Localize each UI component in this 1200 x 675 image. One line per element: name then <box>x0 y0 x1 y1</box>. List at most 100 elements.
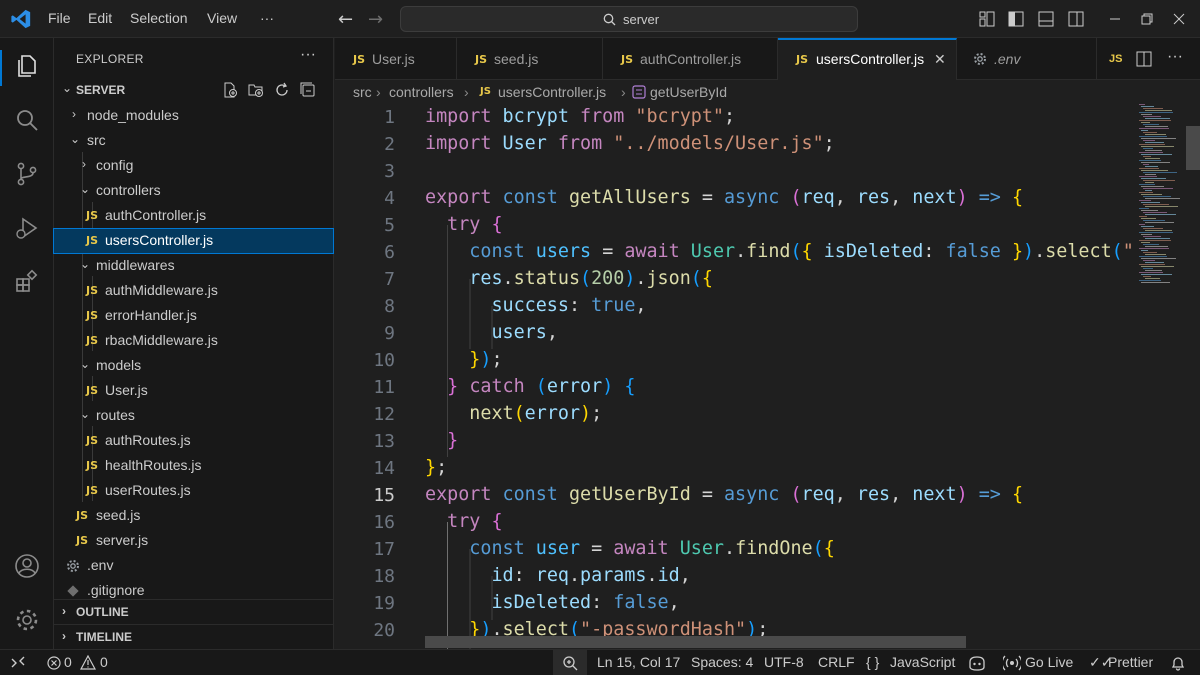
menu-selection[interactable]: Selection <box>130 10 188 26</box>
explorer-icon[interactable] <box>13 52 41 80</box>
chevron-down-icon: ⌄ <box>80 357 91 371</box>
broadcast-icon <box>1003 655 1021 671</box>
tree-item-routes[interactable]: ⌄ routes <box>54 404 333 428</box>
chevron-right-icon: › <box>62 604 66 618</box>
prettier-status[interactable]: Prettier <box>1108 654 1153 670</box>
back-arrow-icon[interactable]: ← <box>338 9 353 30</box>
timeline-section[interactable]: › TIMELINE <box>54 624 333 648</box>
status-bar: 0 0 Ln 15, Col 17 Spaces: 4 UTF-8 CRLF {… <box>0 649 1200 675</box>
go-live-button[interactable]: Go Live <box>1025 654 1073 670</box>
tab-label: usersController.js <box>816 51 925 67</box>
js-file-icon: JS <box>353 53 366 66</box>
menu-more[interactable]: ··· <box>260 10 274 26</box>
tab-label: seed.js <box>494 51 539 67</box>
warning-count[interactable]: 0 <box>100 654 108 670</box>
js-file-icon: JS <box>76 534 89 547</box>
new-file-icon[interactable] <box>222 82 238 98</box>
vertical-scrollbar[interactable] <box>1186 104 1200 649</box>
horizontal-scrollbar[interactable] <box>425 636 966 648</box>
toggle-secondary-sidebar-icon[interactable] <box>1067 10 1085 28</box>
breadcrumb-file[interactable]: usersController.js <box>498 84 606 100</box>
notifications-bell-icon[interactable] <box>1170 655 1186 671</box>
tree-item-errorhandler[interactable]: JS errorHandler.js <box>54 304 333 328</box>
js-file-icon: JS <box>621 53 634 66</box>
settings-gear-icon[interactable] <box>13 606 41 634</box>
tree-item-middlewares[interactable]: ⌄ middlewares <box>54 254 333 278</box>
close-window-icon[interactable] <box>1170 10 1188 28</box>
tree-item-label: controllers <box>96 182 161 198</box>
language-mode[interactable]: JavaScript <box>890 654 955 670</box>
close-tab-icon[interactable]: ✕ <box>934 51 946 68</box>
account-icon[interactable] <box>13 552 41 580</box>
explorer-title: EXPLORER <box>76 52 144 66</box>
remote-window-icon[interactable] <box>10 655 26 669</box>
tree-item-healthroutes[interactable]: JS healthRoutes.js <box>54 454 333 478</box>
tree-item-user-model[interactable]: JS User.js <box>54 379 333 403</box>
tree-item-label: User.js <box>105 382 148 398</box>
end-of-line[interactable]: CRLF <box>818 654 855 670</box>
tree-item-label: config <box>96 157 134 173</box>
source-control-icon[interactable] <box>13 160 41 188</box>
breadcrumb-symbol[interactable]: getUserById <box>650 84 727 100</box>
root-folder-server[interactable]: ⌄ SERVER <box>54 78 333 102</box>
tree-item-label: .gitignore <box>87 582 145 598</box>
split-editor-icon[interactable] <box>1136 51 1152 67</box>
extensions-icon[interactable] <box>13 268 41 296</box>
restore-icon[interactable] <box>1138 10 1156 28</box>
tree-item-server[interactable]: JS server.js <box>54 529 333 553</box>
tree-item-authcontroller[interactable]: JS authController.js <box>54 204 333 228</box>
vscode-logo-icon <box>11 9 31 29</box>
tree-item-seed[interactable]: JS seed.js <box>54 504 333 528</box>
tree-item-env[interactable]: .env <box>54 554 333 578</box>
tab-env[interactable]: .env <box>957 38 1097 80</box>
run-debug-icon[interactable] <box>13 214 41 242</box>
tree-item-models[interactable]: ⌄ models <box>54 354 333 378</box>
code-editor[interactable]: 1 import bcrypt from "bcrypt"; 2 import Use… <box>335 104 1200 649</box>
collapse-all-icon[interactable] <box>300 82 316 98</box>
menu-view[interactable]: View <box>207 10 237 26</box>
zoom-in-icon <box>563 656 578 671</box>
editor-tabs: JS User.js JS seed.js JS authController.… <box>335 38 1200 80</box>
toggle-primary-sidebar-icon[interactable] <box>1007 10 1025 28</box>
more-actions-icon[interactable]: ··· <box>300 46 316 64</box>
search-icon[interactable] <box>13 106 41 134</box>
minimize-icon[interactable] <box>1106 10 1124 28</box>
error-count[interactable]: 0 <box>64 654 72 670</box>
run-js-icon[interactable]: JS <box>1109 53 1122 65</box>
tab-authcontroller-js[interactable]: JS authController.js <box>603 38 778 80</box>
encoding[interactable]: UTF-8 <box>764 654 804 670</box>
tree-item-controllers[interactable]: ⌄ controllers <box>54 179 333 203</box>
chevron-down-icon: ⌄ <box>70 132 81 146</box>
new-folder-icon[interactable] <box>248 82 264 98</box>
refresh-icon[interactable] <box>274 82 290 98</box>
scrollbar-thumb[interactable] <box>1186 126 1200 170</box>
breadcrumb-src[interactable]: src <box>353 84 372 100</box>
tree-item-src[interactable]: ⌄ src <box>54 129 333 153</box>
outline-section[interactable]: › OUTLINE <box>54 599 333 623</box>
customize-layout-icon[interactable] <box>978 10 996 28</box>
js-file-icon: JS <box>86 384 99 397</box>
tab-userscontroller-js[interactable]: JS usersController.js ✕ <box>778 38 957 80</box>
tab-seed-js[interactable]: JS seed.js <box>457 38 603 80</box>
tree-item-authroutes[interactable]: JS authRoutes.js <box>54 429 333 453</box>
tree-item-authmiddleware[interactable]: JS authMiddleware.js <box>54 279 333 303</box>
active-indicator <box>0 50 2 86</box>
minimap[interactable] <box>1137 104 1187 289</box>
menu-edit[interactable]: Edit <box>88 10 112 26</box>
tree-item-node-modules[interactable]: › node_modules <box>54 104 333 128</box>
indentation[interactable]: Spaces: 4 <box>691 654 753 670</box>
cursor-position[interactable]: Ln 15, Col 17 <box>597 654 680 670</box>
command-center-search[interactable]: server <box>400 6 858 32</box>
zoom-indicator[interactable] <box>553 650 587 675</box>
tab-user-js[interactable]: JS User.js <box>335 38 457 80</box>
toggle-panel-icon[interactable] <box>1037 10 1055 28</box>
copilot-icon[interactable] <box>968 655 986 671</box>
more-actions-icon[interactable]: ··· <box>1167 48 1183 66</box>
tree-item-userroutes[interactable]: JS userRoutes.js <box>54 479 333 503</box>
tree-item-rbacmiddleware[interactable]: JS rbacMiddleware.js <box>54 329 333 353</box>
tree-item-config[interactable]: › config <box>54 154 333 178</box>
tree-item-userscontroller[interactable]: JS usersController.js <box>53 228 334 254</box>
menu-file[interactable]: File <box>48 10 71 26</box>
breadcrumb-controllers[interactable]: controllers <box>389 84 454 100</box>
forward-arrow-icon[interactable]: → <box>368 9 383 30</box>
